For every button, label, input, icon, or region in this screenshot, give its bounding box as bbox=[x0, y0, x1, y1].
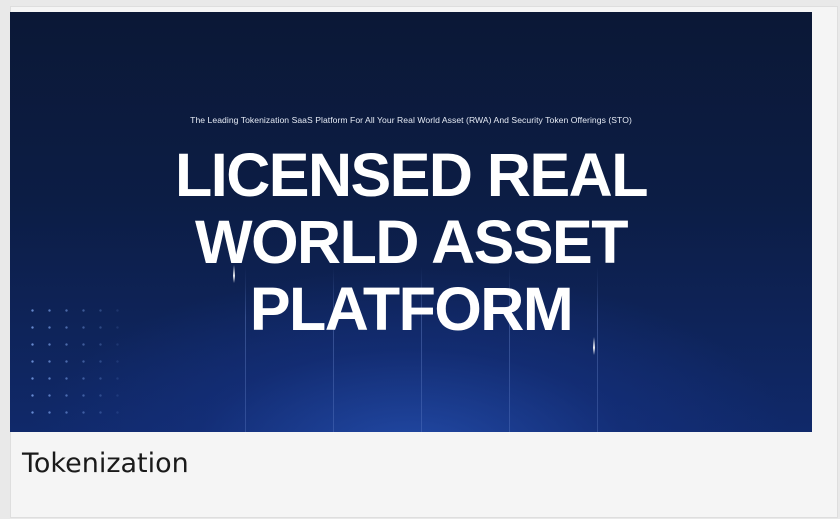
headline-line: WORLD ASSET bbox=[195, 208, 628, 276]
card-caption[interactable]: Tokenization bbox=[22, 448, 189, 479]
hero-headline: LICENSED REAL WORLD ASSET PLATFORM bbox=[10, 142, 812, 343]
hero-subtitle: The Leading Tokenization SaaS Platform F… bbox=[190, 115, 632, 125]
hero-banner-image[interactable]: The Leading Tokenization SaaS Platform F… bbox=[10, 12, 812, 432]
headline-line: PLATFORM bbox=[249, 275, 574, 343]
headline-line: LICENSED REAL bbox=[175, 141, 648, 209]
